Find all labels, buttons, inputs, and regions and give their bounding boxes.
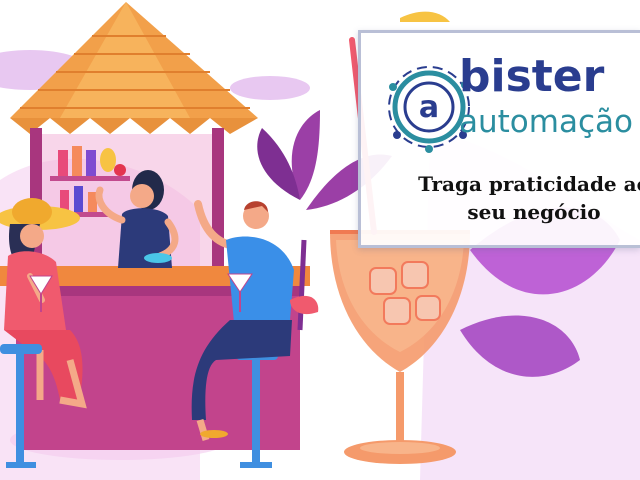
- circuit-ring-icon: a: [388, 66, 470, 153]
- brand-subtitle: automação: [459, 104, 633, 140]
- brand-card: a bister automação Traga praticidade ao …: [358, 30, 640, 248]
- tagline-line-2: seu negócio: [467, 200, 601, 224]
- logo-letter: a: [419, 90, 439, 125]
- brand-name: bister: [459, 51, 605, 102]
- tagline: Traga praticidade ao seu negócio: [399, 170, 640, 226]
- tagline-line-1: Traga praticidade ao: [418, 172, 640, 196]
